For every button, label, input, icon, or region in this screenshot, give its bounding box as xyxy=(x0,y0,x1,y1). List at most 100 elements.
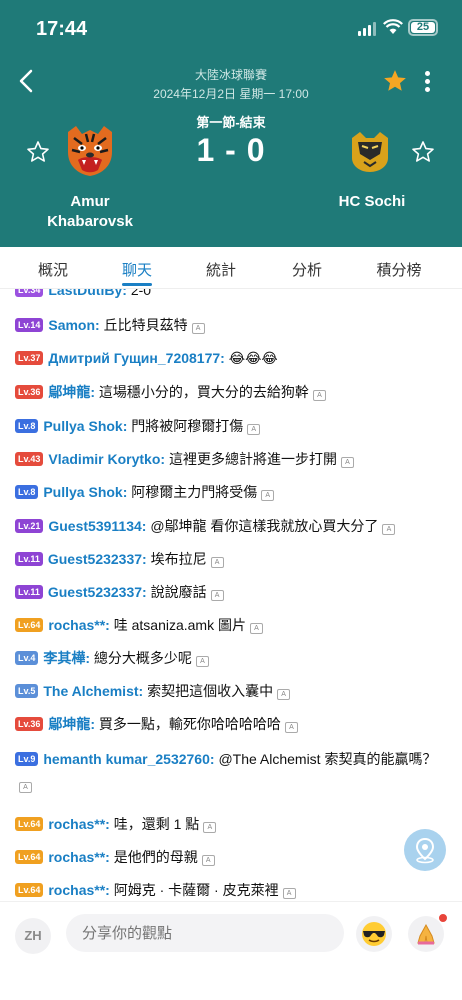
message-text: 埃布拉尼 xyxy=(150,551,207,567)
chat-message: Lv.8 Pullya Shok: 門將被阿穆爾打傷 A xyxy=(15,416,447,436)
sunglasses-emoji-icon[interactable] xyxy=(356,916,392,952)
message-text: 買多一點，輸死你哈哈哈哈哈 xyxy=(98,716,281,732)
translate-icon[interactable]: A xyxy=(312,390,326,401)
battery-level: 25 xyxy=(411,22,435,33)
username[interactable]: 李其樺: xyxy=(43,650,90,666)
message-text: 哇，還剩 1 點 xyxy=(113,816,200,832)
chat-message: Lv.14 Samon: 丘比特貝茲特 A xyxy=(15,315,447,335)
translate-icon[interactable]: A xyxy=(191,323,205,334)
tab-overview[interactable]: 概況 xyxy=(23,259,83,280)
match-header: 17:44 25 大陸冰球聯賽 2024年12月2日 星期一 17:00 第一節… xyxy=(0,0,462,247)
chat-message: Lv.8 Pullya Shok: 阿穆爾主力門將受傷 A xyxy=(15,482,447,502)
translate-icon[interactable]: A xyxy=(284,722,298,733)
username[interactable]: hemanth kumar_2532760: xyxy=(43,751,214,767)
username[interactable]: Guest5391134: xyxy=(48,518,146,534)
username[interactable]: Guest5232337: xyxy=(48,584,147,600)
translate-icon[interactable]: A xyxy=(382,524,396,535)
message-text: @The Alchemist 索契真的能贏嗎？ xyxy=(218,751,437,767)
chat-composer: ZH xyxy=(0,901,462,1000)
chat-message: Lv.64 rochas**: 阿姆克 · 卡薩爾 · 皮克萊裡 A xyxy=(15,880,447,900)
status-time: 17:44 xyxy=(36,18,88,40)
tab-standings[interactable]: 積分榜 xyxy=(369,259,429,280)
level-badge: Lv.4 xyxy=(15,651,39,665)
away-follow-star-icon[interactable] xyxy=(411,140,435,164)
chat-message: Lv.64 rochas**: 是他們的母親 A xyxy=(15,847,447,867)
chat-message: Lv.11 Guest5232337: 埃布拉尼 A xyxy=(15,549,447,569)
chat-message: Lv.64 rochas**: 哇，還剩 1 點A xyxy=(15,814,447,834)
hc-sochi-leopard-logo xyxy=(352,132,388,172)
level-badge: Lv.34 xyxy=(15,289,44,297)
level-badge: Lv.14 xyxy=(15,318,44,332)
translate-icon[interactable]: A xyxy=(282,888,296,899)
tab-analysis[interactable]: 分析 xyxy=(277,259,337,280)
translate-icon[interactable]: A xyxy=(203,822,217,833)
username[interactable]: rochas**: xyxy=(48,816,109,832)
translate-icon[interactable]: A xyxy=(19,782,32,793)
level-badge: Lv.8 xyxy=(15,485,39,499)
username[interactable]: Guest5232337: xyxy=(48,551,147,567)
username[interactable]: The Alchemist: xyxy=(43,683,143,699)
username[interactable]: 鄔坤龍: xyxy=(48,384,95,400)
chat-message: Lv.36 鄔坤龍: 買多一點，輸死你哈哈哈哈哈 A xyxy=(15,714,447,734)
chat-message: Lv.9 hemanth kumar_2532760: @The Alchemis… xyxy=(15,747,447,797)
home-follow-star-icon[interactable] xyxy=(26,140,50,164)
amur-tiger-logo xyxy=(68,126,112,176)
username[interactable]: Vladimir Korytko: xyxy=(48,451,165,467)
message-text: 說說廢話 xyxy=(150,584,207,600)
level-badge: Lv.64 xyxy=(15,883,44,897)
chat-message: Lv.36 鄔坤龍: 這場穩小分的，買大分的去給狗幹 A xyxy=(15,382,447,402)
tab-chat[interactable]: 聊天 xyxy=(107,259,167,280)
chat-input[interactable] xyxy=(66,914,344,952)
favorite-star-icon[interactable] xyxy=(382,68,408,94)
location-pin-icon[interactable] xyxy=(404,829,446,871)
chat-list[interactable]: Lv.34 LastDutiBy: 2-0 Lv.14 Samon: 丘比特貝茲特 A… xyxy=(0,289,462,901)
translate-icon[interactable]: A xyxy=(210,557,224,568)
tab-stats[interactable]: 統計 xyxy=(191,259,251,280)
translate-icon[interactable]: A xyxy=(247,424,261,435)
translate-icon[interactable]: A xyxy=(340,457,354,468)
level-badge: Lv.21 xyxy=(15,519,44,533)
level-badge: Lv.64 xyxy=(15,850,44,864)
username[interactable]: LastDutiBy: xyxy=(48,289,127,298)
username[interactable]: 鄔坤龍: xyxy=(48,716,95,732)
notification-dot xyxy=(438,913,448,923)
chat-message: Lv.34 LastDutiBy: 2-0 xyxy=(15,289,447,300)
home-team-name[interactable]: Amur Khabarovsk xyxy=(30,192,150,232)
message-text: @鄔坤龍 看你這樣我就放心買大分了 xyxy=(150,518,379,534)
language-toggle[interactable]: ZH xyxy=(15,918,51,954)
message-text: 這裡更多總計將進一步打開 xyxy=(168,451,337,467)
active-tab-indicator xyxy=(122,283,152,286)
translate-icon[interactable]: A xyxy=(249,623,263,634)
username[interactable]: rochas**: xyxy=(48,617,109,633)
translate-icon[interactable]: A xyxy=(201,855,215,866)
translate-icon[interactable]: A xyxy=(210,590,224,601)
tab-bar: 概況 聊天 統計 分析 積分榜 xyxy=(0,247,462,289)
message-text: 門將被阿穆爾打傷 xyxy=(131,418,244,434)
message-text: 索契把這個收入囊中 xyxy=(147,683,274,699)
username[interactable]: Pullya Shok: xyxy=(43,418,127,434)
more-vertical-icon[interactable] xyxy=(420,68,434,96)
level-badge: Lv.37 xyxy=(15,351,44,365)
level-badge: Lv.5 xyxy=(15,684,39,698)
level-badge: Lv.36 xyxy=(15,717,44,731)
chat-message: Lv.37 Дмитрий Гущин_7208177: 😂😂😂 xyxy=(15,348,447,368)
level-badge: Lv.11 xyxy=(15,585,43,599)
level-badge: Lv.11 xyxy=(15,552,43,566)
level-badge: Lv.64 xyxy=(15,618,44,632)
username[interactable]: rochas**: xyxy=(48,849,109,865)
translate-icon[interactable]: A xyxy=(277,689,291,700)
username[interactable]: rochas**: xyxy=(48,882,109,898)
message-text: 阿穆爾主力門將受傷 xyxy=(131,484,258,500)
message-text: 總分大概多少呢 xyxy=(93,650,192,666)
message-text: 2-0 xyxy=(130,289,152,298)
username[interactable]: Pullya Shok: xyxy=(43,484,127,500)
translate-icon[interactable]: A xyxy=(195,656,209,667)
chat-message: Lv.43 Vladimir Korytko: 這裡更多總計將進一步打開 A xyxy=(15,449,447,469)
translate-icon[interactable]: A xyxy=(261,490,275,501)
username[interactable]: Samon: xyxy=(48,317,99,333)
chat-message: Lv.4 李其樺: 總分大概多少呢 A xyxy=(15,648,447,668)
away-team-name[interactable]: HC Sochi xyxy=(312,192,432,212)
level-badge: Lv.43 xyxy=(15,452,44,466)
level-badge: Lv.9 xyxy=(15,752,39,766)
username[interactable]: Дмитрий Гущин_7208177: xyxy=(48,350,224,366)
